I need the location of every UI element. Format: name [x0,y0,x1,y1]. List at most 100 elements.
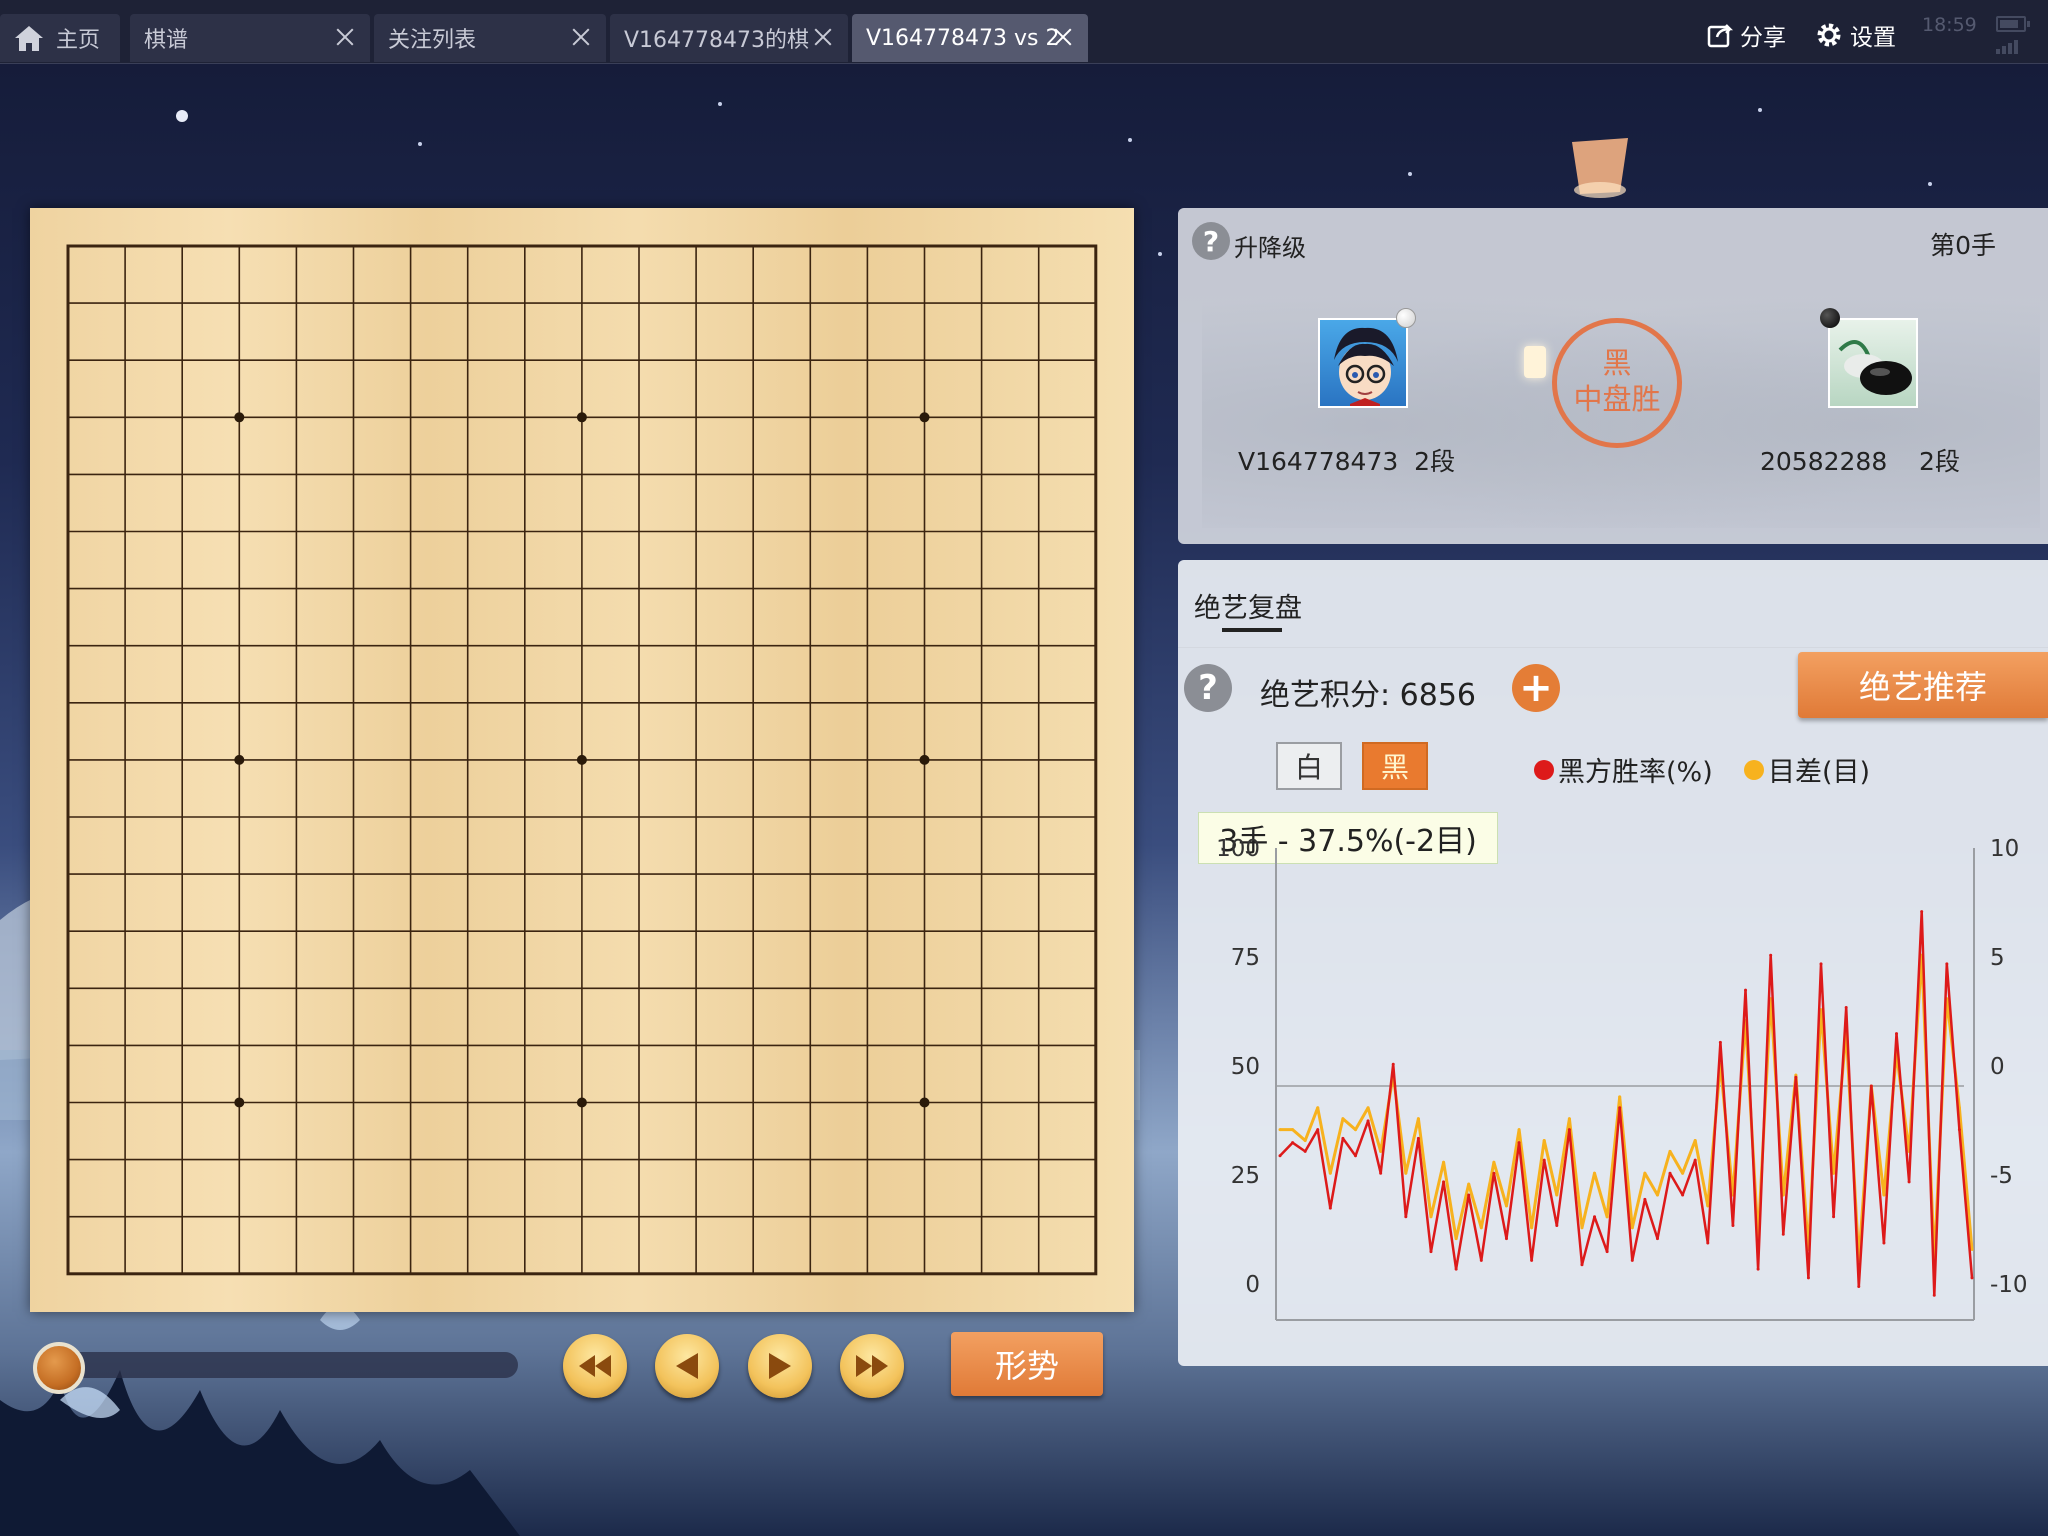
slider-handle[interactable] [33,1342,85,1394]
move-progress-slider[interactable] [48,1352,518,1378]
score-diff-point [1379,1149,1383,1153]
right-tick-label: -10 [1990,1272,2028,1298]
winrate-point [1731,1224,1735,1228]
score-diff-point [1291,1128,1295,1132]
winrate-point [1744,988,1748,992]
ai-review-panel: 绝艺复盘 ? 绝艺积分: 6856 + 绝艺推荐 白 黑 黑方胜率(%) 目差(… [1178,560,2048,1366]
help-icon[interactable]: ? [1192,222,1230,260]
score-diff-point [1643,1171,1647,1175]
score-diff-point [1504,1204,1508,1208]
home-icon [15,26,43,51]
white-player-avatar[interactable] [1318,318,1408,408]
tab-player-games[interactable]: V164778473的棋 [610,14,848,62]
share-icon [1707,24,1734,48]
score-diff-point [1416,1117,1420,1121]
score-diff-point [1303,1139,1307,1142]
next-move-button[interactable] [748,1334,812,1398]
left-tick-label: 75 [1231,945,1260,971]
step-backward-icon [676,1353,698,1379]
tab-label: V164778473的棋 [624,28,810,53]
close-icon[interactable] [1052,26,1074,48]
close-icon[interactable] [812,26,834,48]
previous-move-button[interactable] [655,1334,719,1398]
winrate-point [1467,1193,1471,1197]
score-diff-point [1479,1226,1483,1230]
close-icon[interactable] [334,26,356,48]
trend-button[interactable]: 形势 [951,1332,1103,1396]
winrate-point [1844,1006,1848,1010]
star-point [234,754,245,765]
winrate-point [1869,1084,1873,1088]
winrate-point [1693,1158,1697,1162]
winrate-point [1442,1180,1446,1184]
settings-button[interactable]: 设置 [1814,18,1896,52]
rank-change-label: 升降级 [1234,234,1306,262]
winrate-point [1819,962,1823,966]
go-board[interactable] [30,208,1134,1312]
tab-home[interactable]: 主页 [0,14,120,62]
winrate-point [1517,1141,1521,1145]
winrate-point [1278,1154,1282,1158]
score-diff-point [1542,1139,1546,1142]
tab-bar: 主页 棋谱 关注列表 V164778473的棋 V164778473 vs 2 … [0,0,2048,64]
star-point [234,412,245,423]
score-diff-point [1353,1128,1357,1132]
star-point [576,412,587,423]
winrate-point [1970,1276,1974,1280]
close-icon[interactable] [570,26,592,48]
result-type: 中盘胜 [1573,382,1661,416]
winrate-point [1530,1258,1534,1262]
winrate-point [1479,1258,1483,1262]
star-point [234,1097,245,1108]
score-diff-point [1366,1106,1370,1110]
battery-icon [1996,16,2030,32]
score-diff-point [1655,1193,1659,1197]
tab-follow-list[interactable]: 关注列表 [374,14,606,62]
star-point [576,754,587,765]
score-diff-point [1404,1171,1408,1175]
first-move-button[interactable] [563,1334,627,1398]
winrate-point [1366,1119,1370,1123]
star-point [576,1097,587,1108]
winrate-point [1341,1136,1345,1140]
tab-current-game[interactable]: V164778473 vs 2 [852,14,1088,62]
white-stone-icon [1396,308,1416,328]
winrate-point [1945,962,1949,966]
winrate-point [1316,1128,1320,1132]
score-diff-line [1280,953,1974,1262]
white-player-name: V164778473 2段 [1238,447,1456,476]
go-stone-avatar [1838,340,1912,395]
winrate-point [1668,1171,1672,1175]
winrate-point [1291,1141,1295,1145]
winrate-point [1832,1215,1836,1219]
winrate-chart[interactable]: 10075502501050-5-10 [1178,560,2048,1366]
score-diff-point [1517,1128,1521,1132]
winrate-point [1769,953,1773,957]
tab-game-records[interactable]: 棋谱 [130,14,370,62]
white-player-rank: 2段 [1414,447,1456,476]
share-button[interactable]: 分享 [1706,18,1786,52]
winrate-line [1279,910,1974,1297]
last-move-button[interactable] [840,1334,904,1398]
black-stone-icon [1820,308,1840,328]
tab-label: 主页 [56,28,101,53]
winrate-point [1857,1285,1861,1289]
left-tick-label: 50 [1231,1054,1260,1080]
score-diff-point [1668,1149,1672,1153]
winrate-point [1504,1237,1508,1241]
score-diff-point [1467,1182,1471,1186]
black-player-avatar[interactable] [1828,318,1918,408]
foliage-scenery [0,1305,520,1536]
winrate-point [1794,1075,1798,1079]
score-diff-point [1492,1160,1496,1164]
winrate-point [1328,1206,1332,1210]
winrate-point [1492,1171,1496,1175]
score-diff-point [1693,1139,1697,1142]
right-tick-label: 5 [1990,945,2005,971]
move-number: 第0手 [1930,231,1996,260]
winrate-point [1718,1040,1722,1044]
result-winner: 黑 [1602,346,1632,380]
star-point [919,1097,930,1108]
board-grid [66,244,1098,1276]
step-forward-icon [769,1353,791,1379]
